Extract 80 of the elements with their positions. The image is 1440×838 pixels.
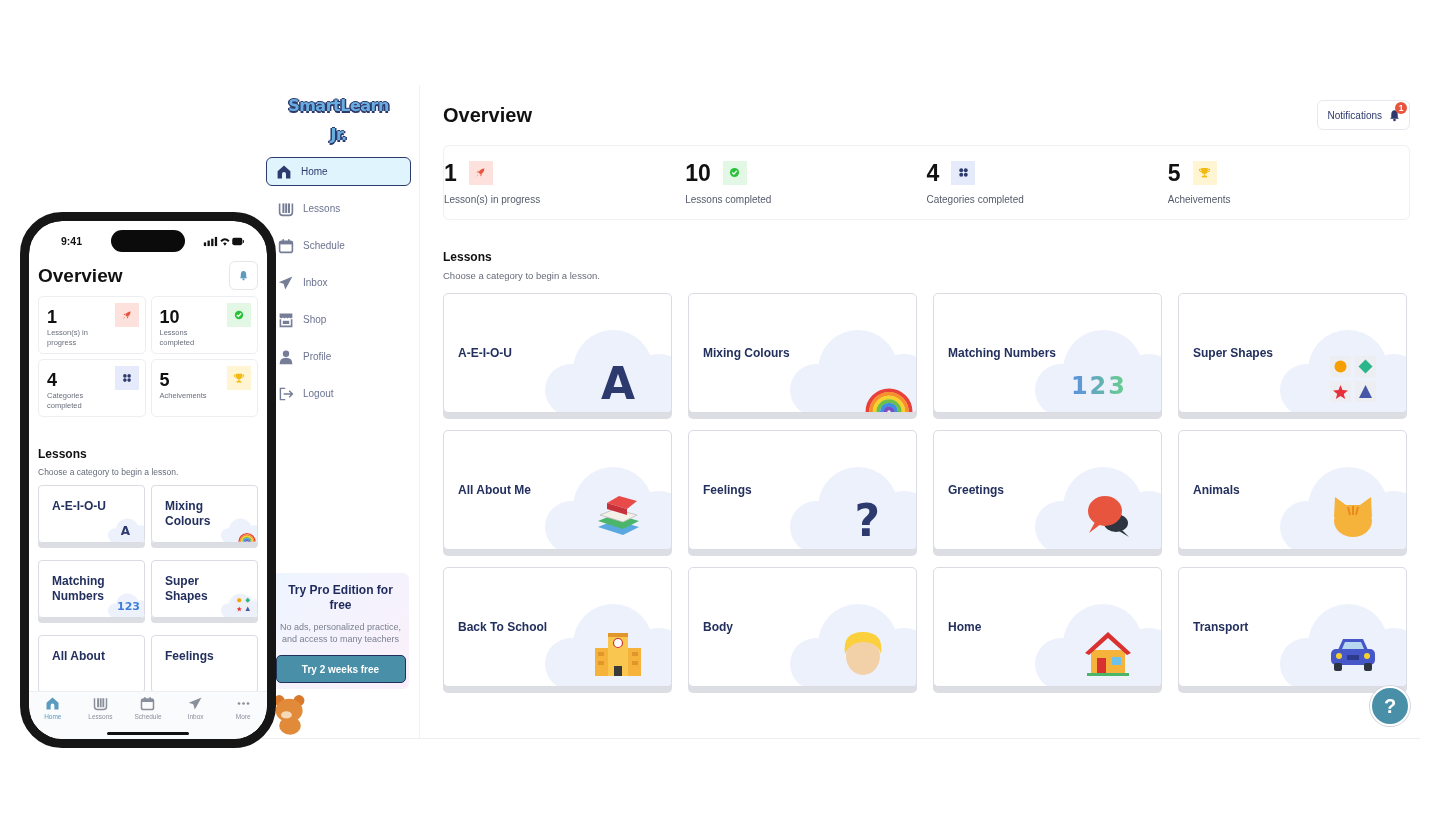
lesson-title: Greetings bbox=[948, 483, 1004, 497]
grid-icon bbox=[956, 166, 970, 179]
help-button[interactable]: ? bbox=[1370, 686, 1410, 726]
page-title: Overview bbox=[38, 264, 123, 287]
lesson-title: All About Me bbox=[458, 483, 531, 497]
stat-label: Categories completed bbox=[926, 193, 1025, 205]
lesson-title: A-E-I-O-U bbox=[458, 346, 512, 360]
nav-item[interactable]: Shop bbox=[277, 305, 337, 334]
lesson-title: Body bbox=[703, 620, 733, 634]
bell-icon bbox=[238, 270, 249, 281]
letter-glyph: A bbox=[600, 362, 635, 406]
shop-icon bbox=[278, 311, 294, 328]
app-logo: SmartLearn Jr. bbox=[287, 95, 390, 146]
nav-item[interactable]: Schedule bbox=[277, 231, 355, 260]
stat-value: 1 bbox=[444, 160, 457, 185]
lesson-title: Transport bbox=[1193, 620, 1249, 634]
question-mark-glyph: ? bbox=[854, 499, 880, 543]
paper-plane-icon bbox=[188, 696, 204, 711]
letter-glyph: A bbox=[120, 525, 130, 537]
lesson-title: Feelings bbox=[165, 649, 215, 664]
stat-value: 4 bbox=[47, 369, 58, 391]
promo-text: No ads, personalized practice, and access to many teachers bbox=[278, 621, 403, 645]
bell-icon bbox=[1388, 108, 1401, 122]
books-icon bbox=[278, 200, 294, 217]
section-subtitle: Choose a category to begin a lesson. bbox=[443, 270, 601, 281]
books-icon bbox=[92, 696, 108, 711]
stat-label: Lessons completed bbox=[685, 193, 773, 205]
nav-item[interactable]: Logout bbox=[277, 379, 344, 408]
lesson-title: Super Shapes bbox=[1193, 346, 1274, 360]
rainbow-icon bbox=[237, 531, 257, 542]
lesson-title: Matching Numbers bbox=[52, 574, 106, 604]
stat-value: 10 bbox=[159, 306, 181, 328]
trophy-icon bbox=[1198, 166, 1212, 179]
stat-value: 5 bbox=[159, 369, 171, 391]
lesson-title: A-E-I-O-U bbox=[52, 499, 107, 514]
person-icon bbox=[278, 348, 294, 365]
lesson-title: Home bbox=[948, 620, 982, 634]
check-circle-icon bbox=[728, 166, 742, 179]
stat-value: 5 bbox=[1167, 160, 1181, 185]
lesson-title: Mixing Colours bbox=[165, 499, 212, 529]
paper-plane-icon bbox=[278, 274, 294, 291]
section-subtitle: Choose a category to begin a lesson. bbox=[38, 467, 180, 477]
lesson-title: Animals bbox=[1193, 483, 1240, 497]
section-heading: Lessons bbox=[443, 250, 493, 264]
lesson-title: Feelings bbox=[703, 483, 752, 497]
trial-button[interactable]: Try 2 weeks free bbox=[275, 655, 406, 683]
status-icons bbox=[203, 235, 245, 247]
nav-item[interactable]: Home bbox=[266, 157, 411, 186]
section-heading: Lessons bbox=[38, 447, 88, 461]
grid-icon bbox=[120, 372, 133, 384]
check-circle-icon bbox=[233, 309, 245, 321]
stat-label: Acheivements bbox=[1167, 193, 1232, 205]
notifications-button[interactable] bbox=[229, 261, 258, 290]
page-title: Overview bbox=[443, 103, 532, 127]
nav-item[interactable]: Profile bbox=[277, 342, 342, 371]
stat-value: 4 bbox=[926, 160, 940, 185]
stat-label: Lesson(s) in progress bbox=[444, 193, 542, 205]
notifications-button[interactable]: Notifications 1 bbox=[1316, 100, 1410, 130]
home-icon bbox=[276, 163, 292, 180]
promo-title: Try Pro Edition for free bbox=[287, 583, 394, 613]
nav-item[interactable]: Inbox bbox=[277, 268, 338, 297]
shapes-icon bbox=[1328, 354, 1378, 404]
calendar-icon bbox=[278, 237, 294, 254]
stat-value: 1 bbox=[47, 306, 58, 328]
lesson-title: Mixing Colours bbox=[703, 346, 790, 360]
home-icon bbox=[45, 696, 61, 711]
numbers-glyph: 123 bbox=[117, 601, 140, 612]
lesson-title: Matching Numbers bbox=[948, 346, 1056, 360]
trophy-icon bbox=[233, 372, 245, 384]
shapes-icon bbox=[235, 596, 252, 613]
notification-badge: 1 bbox=[1395, 101, 1407, 114]
calendar-icon bbox=[140, 696, 156, 711]
nav-item[interactable]: Lessons bbox=[277, 194, 351, 223]
rocket-icon bbox=[120, 309, 133, 321]
lesson-title: Super Shapes bbox=[165, 574, 209, 604]
status-time: 9:41 bbox=[61, 235, 82, 247]
lesson-title: All About bbox=[52, 649, 106, 664]
logout-icon bbox=[278, 385, 294, 402]
lesson-title: Back To School bbox=[458, 620, 548, 634]
stat-value: 10 bbox=[685, 160, 711, 185]
